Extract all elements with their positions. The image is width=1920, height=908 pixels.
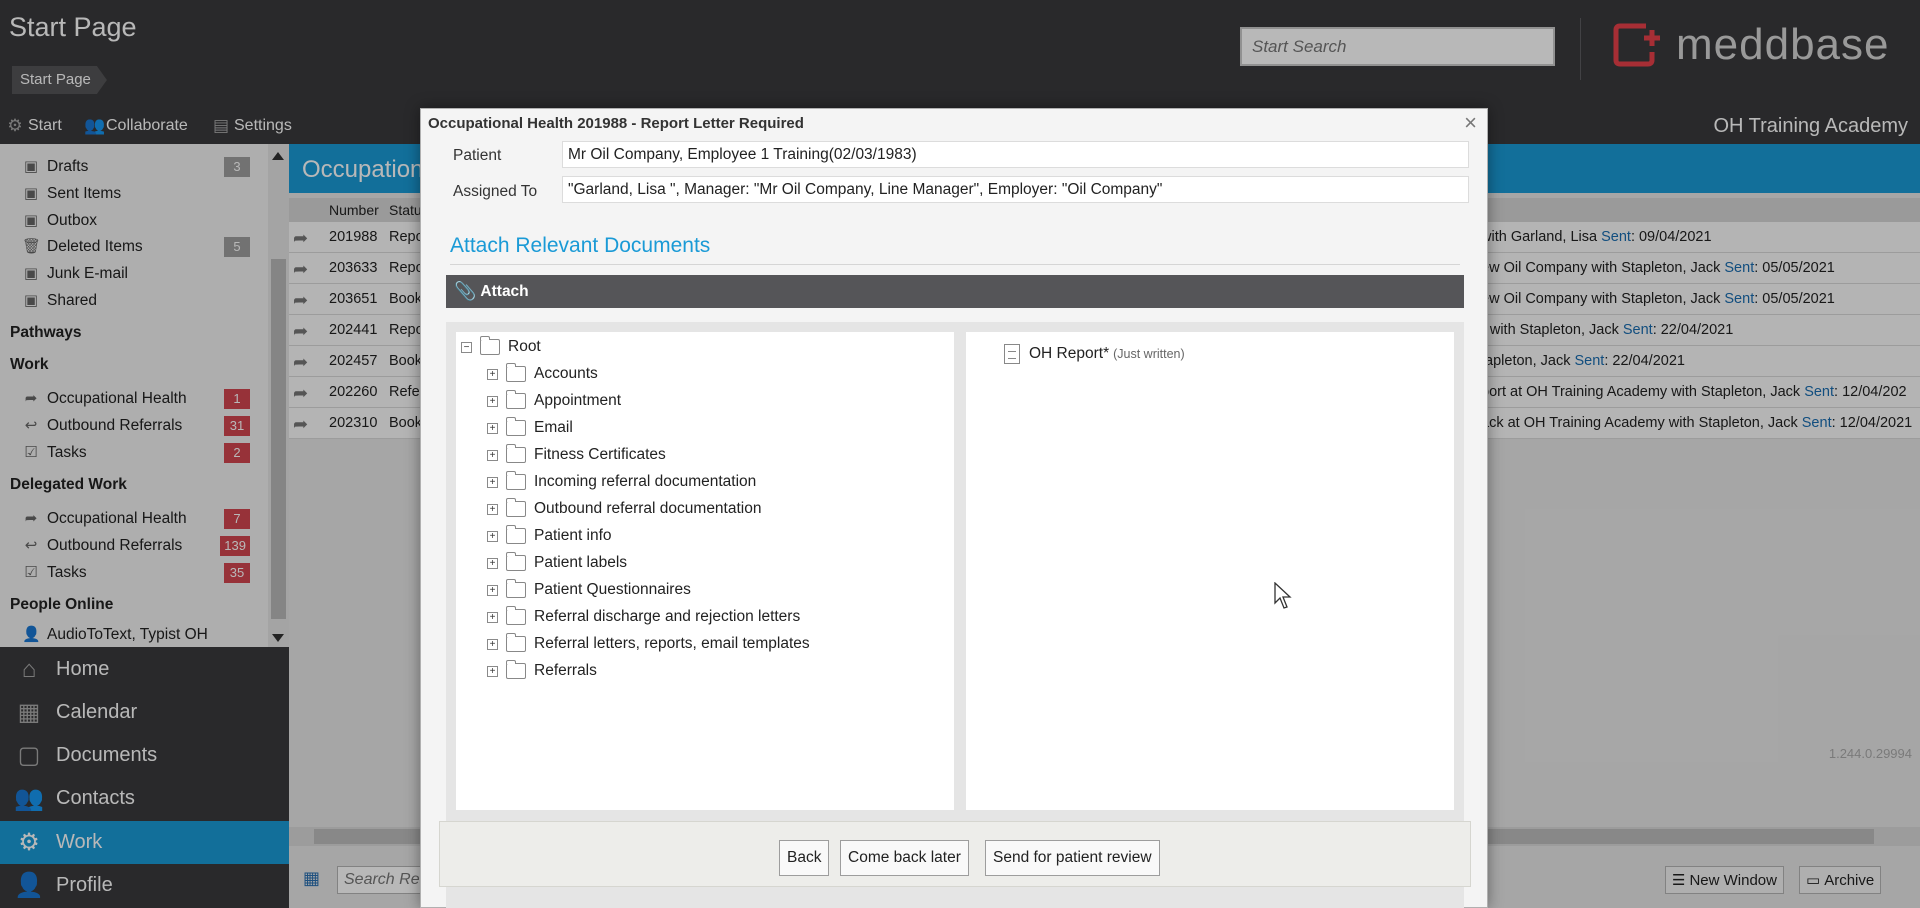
tree-node-folder[interactable]: + Outbound referral documentation	[487, 498, 762, 519]
attach-label: Attach	[480, 282, 529, 300]
expand-icon[interactable]: +	[487, 476, 498, 488]
tree-node-label: Referral discharge and rejection letters	[534, 608, 801, 625]
tree-node-label: Incoming referral documentation	[534, 473, 757, 490]
expand-icon[interactable]: +	[487, 503, 498, 515]
expand-icon[interactable]: +	[487, 395, 498, 407]
folder-icon	[506, 444, 526, 463]
folder-icon	[506, 525, 526, 544]
tree-node-folder[interactable]: + Email	[487, 417, 573, 438]
tree-node-folder[interactable]: + Referral letters, reports, email templ…	[487, 633, 810, 654]
tree-node-label: Patient info	[534, 527, 612, 544]
folder-icon	[506, 552, 526, 571]
folder-icon	[506, 660, 526, 679]
tree-node-folder[interactable]: + Referral discharge and rejection lette…	[487, 606, 801, 627]
expand-icon[interactable]: +	[487, 422, 498, 434]
tree-node-label: Outbound referral documentation	[534, 500, 762, 517]
folder-icon	[506, 471, 526, 490]
tree-node-folder[interactable]: + Accounts	[487, 363, 598, 384]
tree-node-folder[interactable]: + Fitness Certificates	[487, 444, 666, 465]
tree-node-folder[interactable]: + Patient info	[487, 525, 612, 546]
tree-node-label: Fitness Certificates	[534, 446, 666, 463]
folder-icon	[480, 336, 500, 355]
folder-icon	[506, 390, 526, 409]
tree-node-label: Email	[534, 419, 573, 436]
expand-icon[interactable]: +	[487, 584, 498, 596]
document-name: OH Report*	[1029, 345, 1110, 362]
expand-icon[interactable]: +	[487, 638, 498, 650]
mouse-cursor-icon	[1274, 582, 1292, 609]
report-letter-dialog: Occupational Health 201988 - Report Lett…	[420, 108, 1488, 908]
dialog-actions: Back Come back later Send for patient re…	[439, 821, 1471, 887]
patient-label: Patient	[453, 147, 502, 164]
expand-icon[interactable]: +	[487, 449, 498, 461]
attached-documents-list: OH Report* (Just written)	[966, 332, 1454, 810]
section-title: Attach Relevant Documents	[450, 234, 711, 257]
collapse-icon[interactable]: −	[461, 341, 472, 353]
send-for-patient-review-button[interactable]: Send for patient review	[985, 840, 1160, 876]
tree-node-label: Accounts	[534, 365, 598, 382]
folder-icon	[506, 579, 526, 598]
folder-icon	[506, 633, 526, 652]
folder-tree: − Root + Accounts + Appointment + Email …	[456, 332, 954, 810]
come-back-later-button[interactable]: Come back later	[840, 840, 969, 876]
tree-node-folder[interactable]: + Patient Questionnaires	[487, 579, 691, 600]
tree-node-label: Appointment	[534, 392, 622, 409]
tree-node-label: Patient labels	[534, 554, 628, 571]
tree-node-label: Patient Questionnaires	[534, 581, 691, 598]
back-button[interactable]: Back	[779, 840, 830, 876]
tree-node-folder[interactable]: + Patient labels	[487, 552, 628, 573]
tree-node-label: Referrals	[534, 662, 597, 679]
folder-icon	[506, 417, 526, 436]
expand-icon[interactable]: +	[487, 368, 498, 380]
tree-node-label: Referral letters, reports, email templat…	[534, 635, 810, 652]
tree-node-folder[interactable]: + Appointment	[487, 390, 622, 411]
attached-document[interactable]: OH Report* (Just written)	[1004, 344, 1185, 364]
document-note: (Just written)	[1113, 347, 1185, 361]
folder-icon	[506, 363, 526, 382]
patient-field[interactable]: Mr Oil Company, Employee 1 Training(02/0…	[562, 141, 1469, 168]
section-divider	[450, 264, 1460, 265]
folder-icon	[506, 498, 526, 517]
tree-node-label: Root	[508, 338, 541, 355]
expand-icon[interactable]: +	[487, 665, 498, 677]
tree-node-folder[interactable]: + Referrals	[487, 660, 597, 681]
folder-icon	[506, 606, 526, 625]
assigned-to-field[interactable]: "Garland, Lisa ", Manager: "Mr Oil Compa…	[562, 176, 1469, 203]
attach-button[interactable]: 📎 Attach	[446, 275, 1464, 308]
assigned-to-label: Assigned To	[453, 183, 538, 200]
document-icon	[1004, 344, 1020, 364]
paperclip-icon: 📎	[454, 281, 477, 301]
tree-node-root[interactable]: − Root	[461, 336, 541, 357]
dialog-title: Occupational Health 201988 - Report Lett…	[428, 115, 804, 132]
expand-icon[interactable]: +	[487, 530, 498, 542]
expand-icon[interactable]: +	[487, 557, 498, 569]
expand-icon[interactable]: +	[487, 611, 498, 623]
tree-node-folder[interactable]: + Incoming referral documentation	[487, 471, 757, 492]
close-icon[interactable]: ×	[1464, 110, 1477, 136]
